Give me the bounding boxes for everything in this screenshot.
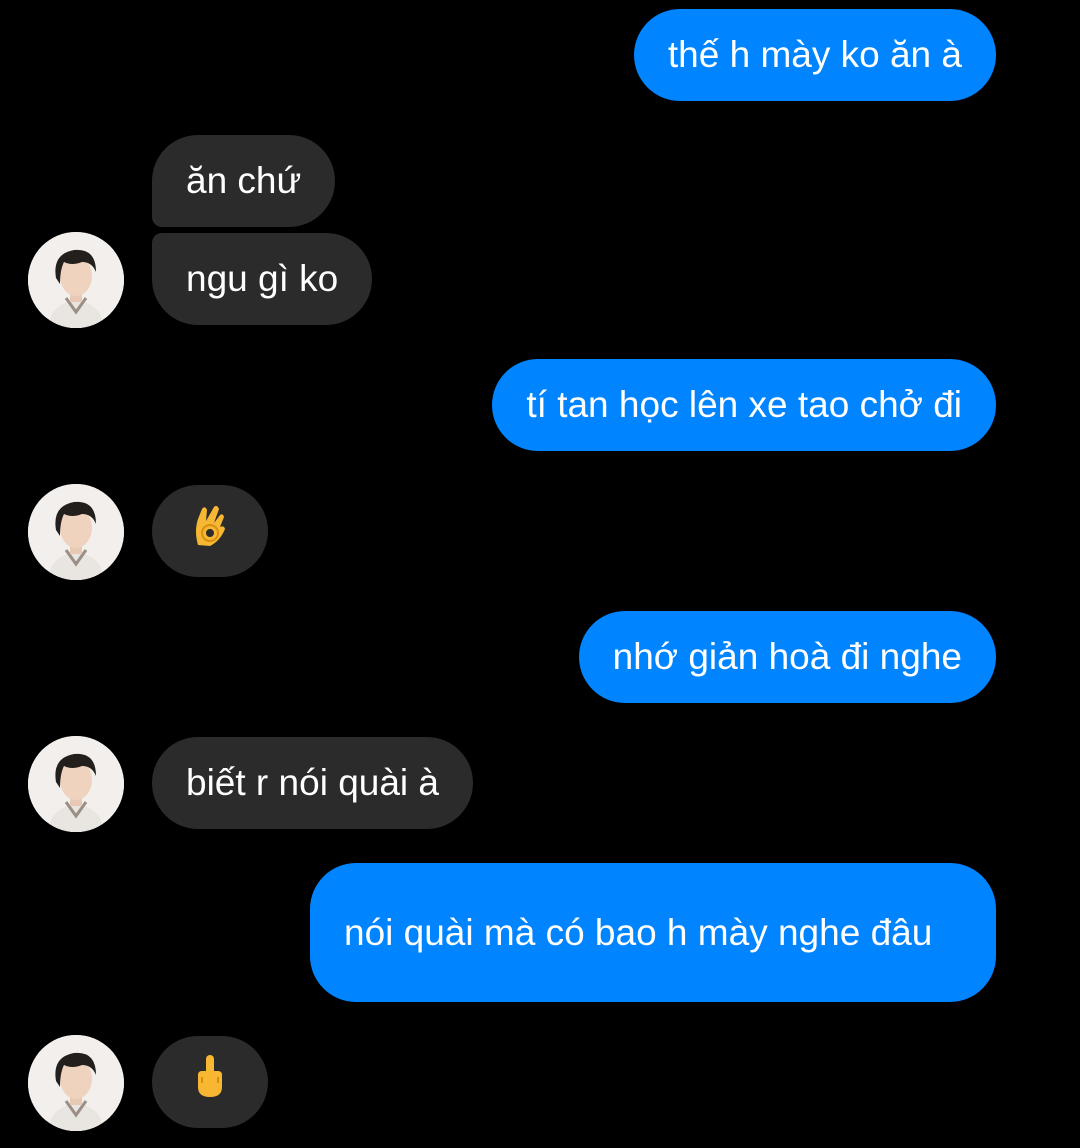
contact-avatar[interactable]	[28, 1035, 124, 1131]
message-bubble-sent[interactable]: tí tan học lên xe tao chở đi	[492, 359, 996, 451]
message-text: biết r nói quài à	[186, 762, 440, 803]
message-text: thế h mày ko ăn à	[667, 34, 962, 75]
message-bubble-sent[interactable]: nói quài mà có bao h mày nghe đâu	[310, 863, 996, 1002]
message-bubble-sent[interactable]: thế h mày ko ăn à	[633, 9, 996, 101]
contact-avatar[interactable]	[28, 484, 124, 580]
message-bubble-received[interactable]	[152, 485, 268, 577]
message-text: nhớ giản hoà đi nghe	[612, 636, 962, 677]
message-bubble-received[interactable]: biết r nói quài à	[152, 737, 474, 829]
message-text: tí tan học lên xe tao chở đi	[526, 384, 962, 425]
message-bubble-received[interactable]	[152, 1036, 268, 1128]
contact-avatar[interactable]	[28, 232, 124, 328]
message-bubble-received[interactable]: ngu gì ko	[152, 233, 373, 325]
message-bubble-received[interactable]: ăn chứ	[152, 135, 336, 227]
message-bubble-sent[interactable]: nhớ giản hoà đi nghe	[578, 611, 996, 703]
message-text: ăn chứ	[186, 160, 302, 201]
message-text: nói quài mà có bao h mày nghe đâu	[344, 911, 933, 953]
message-text: ngu gì ko	[186, 258, 339, 299]
contact-avatar[interactable]	[28, 736, 124, 832]
ok-hand-emoji	[190, 501, 230, 561]
middle-finger-emoji	[192, 1053, 228, 1111]
